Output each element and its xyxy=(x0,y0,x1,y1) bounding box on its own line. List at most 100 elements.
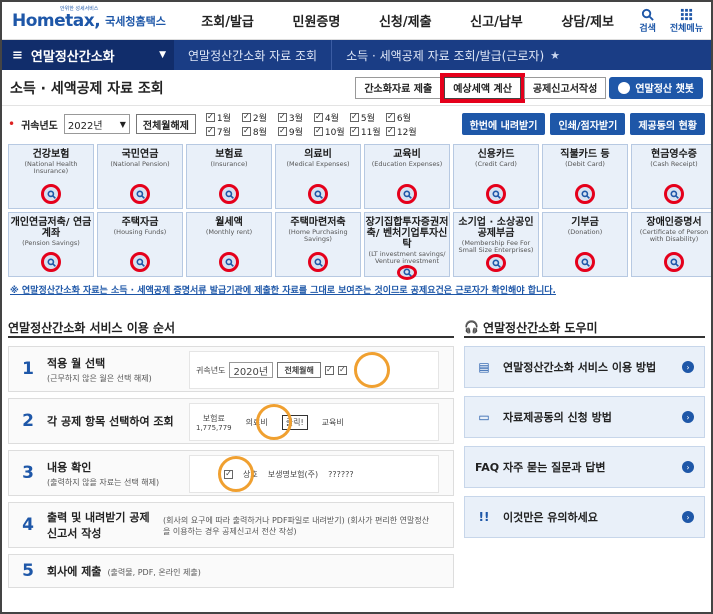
toggle-all-months-button[interactable]: 전체월해제 xyxy=(135,114,196,134)
star-icon[interactable]: ★ xyxy=(550,49,560,62)
deduction-card[interactable]: 신용카드 (Credit Card) xyxy=(453,144,539,209)
deduction-card[interactable]: 국민연금 (National Pension) xyxy=(97,144,183,209)
card-search-button[interactable] xyxy=(486,254,506,272)
deduction-card[interactable]: 보험료 (Insurance) xyxy=(186,144,272,209)
checkbox-checked-icon: ✓ xyxy=(313,112,323,122)
deduction-card[interactable]: 직불카드 등 (Debit Card) xyxy=(542,144,628,209)
deduction-card[interactable]: 주택자금 (Housing Funds) xyxy=(97,212,183,277)
highlight-ring xyxy=(218,456,254,492)
month-label: 10월 xyxy=(324,127,345,138)
month-checkbox[interactable]: ✓ 10월 xyxy=(313,125,350,138)
deduction-card[interactable]: 월세액 (Monthly rent) xyxy=(186,212,272,277)
card-search-button[interactable] xyxy=(308,184,328,204)
step-number: 2 xyxy=(22,411,34,431)
help-consent-button[interactable]: ▭ 자료제공동의 신청 방법 › xyxy=(464,396,705,438)
search-icon xyxy=(224,189,234,199)
deduction-card[interactable]: 장기집합투자증권저축/ 벤처기업투자신탁 (LT investment savin… xyxy=(364,212,450,281)
card-search-button[interactable] xyxy=(397,184,417,204)
card-title: 신용카드 xyxy=(477,149,515,160)
search-icon xyxy=(669,257,679,267)
chatbot-button[interactable]: 연말정산 챗봇 xyxy=(609,76,703,99)
guide-step-1: 1 적용 월 선택 (근무하지 않은 월은 선택 해제) 귀속년도 2020년 전… xyxy=(8,346,454,392)
year-select[interactable]: 2022년 ▼ xyxy=(63,114,130,134)
card-search-button[interactable] xyxy=(219,252,239,272)
guide-step-2: 2 각 공제 항목 선택하여 조회 보험료 1,775,779 의료비 클릭! 교… xyxy=(8,398,454,444)
nav-item[interactable]: 조회/발급 xyxy=(201,11,254,30)
month-checkbox[interactable]: ✓ 5월 xyxy=(349,111,386,124)
consent-status-button[interactable]: 제공동의 현황 xyxy=(630,113,705,135)
deduction-card[interactable]: 주택마련저축 (Home Purchasing Savings) xyxy=(275,212,361,277)
card-search-button[interactable] xyxy=(664,184,684,204)
sub-nav-menu[interactable]: ≡ 연말정산간소화 ▼ xyxy=(2,40,174,70)
estimate-tax-button[interactable]: 예상세액 계산 xyxy=(440,72,525,103)
deduction-card[interactable]: 개인연금저축/ 연금계좌 (Pension Savings) xyxy=(8,212,94,277)
breadcrumb-level1[interactable]: 연말정산간소화 자료 조회 xyxy=(174,40,333,70)
preview-card-label: 보험료 xyxy=(202,413,225,423)
breadcrumb-level2[interactable]: 소득 · 세액공제 자료 조회/발급(근로자) ★ xyxy=(332,40,574,70)
deduction-card[interactable]: 소기업 · 소상공인 공제부금 (Membership Fee For Small… xyxy=(453,212,539,277)
card-search-button[interactable] xyxy=(575,184,595,204)
nav-item[interactable]: 신고/납부 xyxy=(470,11,523,30)
help-faq-button[interactable]: FAQ 자주 묻는 질문과 답변 › xyxy=(464,446,705,488)
step-preview: 보험료 1,775,779 의료비 클릭! 교육비 xyxy=(189,403,439,441)
all-menu-button[interactable]: 전체메뉴 xyxy=(670,8,703,34)
card-search-button[interactable] xyxy=(130,252,150,272)
logo[interactable]: 안위한 성세서비스 Hometax, 국세청홈택스 xyxy=(2,6,182,31)
download-all-button[interactable]: 한번에 내려받기 xyxy=(461,113,546,135)
print-braille-button[interactable]: 인쇄/점자받기 xyxy=(550,113,626,135)
card-search-button[interactable] xyxy=(41,184,61,204)
deduction-card[interactable]: 기부금 (Donation) xyxy=(542,212,628,277)
preview-cell: ?????? xyxy=(328,469,354,479)
year-label: 귀속년도 xyxy=(21,120,58,132)
card-subtitle: (Medical Expenses) xyxy=(286,160,350,168)
search-icon xyxy=(491,259,501,268)
card-search-button[interactable] xyxy=(575,252,595,272)
month-checkbox[interactable]: ✓ 6월 xyxy=(385,111,422,124)
logo-text: Hometax, xyxy=(12,10,101,31)
deduction-card[interactable]: 의료비 (Medical Expenses) xyxy=(275,144,361,209)
month-checkbox[interactable]: ✓ 7월 xyxy=(205,125,242,138)
simple-data-submit-button[interactable]: 간소화자료 제출 xyxy=(355,76,442,99)
search-icon xyxy=(46,189,56,199)
search-icon xyxy=(135,257,145,267)
card-search-button[interactable] xyxy=(219,184,239,204)
month-checkbox[interactable]: ✓ 9월 xyxy=(277,125,314,138)
help-caution-button[interactable]: !! 이것만은 유의하세요 › xyxy=(464,496,705,538)
declaration-write-button[interactable]: 공제신고서작성 xyxy=(523,76,607,99)
deduction-card[interactable]: 교육비 (Education Expenses) xyxy=(364,144,450,209)
month-label: 1월 xyxy=(216,113,231,124)
card-search-button[interactable] xyxy=(308,252,328,272)
card-search-button[interactable] xyxy=(664,252,684,272)
card-search-button[interactable] xyxy=(130,184,150,204)
card-search-button[interactable] xyxy=(41,252,61,272)
month-checkbox[interactable]: ✓ 4월 xyxy=(313,111,350,124)
page-frame: 안위한 성세서비스 Hometax, 국세청홈택스 조회/발급 민원증명 신청/… xyxy=(0,0,713,614)
card-title: 월세액 xyxy=(215,217,243,228)
nav-item[interactable]: 상담/제보 xyxy=(561,11,614,30)
month-checkbox[interactable]: ✓ 3월 xyxy=(277,111,314,124)
month-checkbox[interactable]: ✓ 2월 xyxy=(241,111,278,124)
deduction-card[interactable]: 현금영수증 (Cash Receipt) xyxy=(631,144,711,209)
nav-item[interactable]: 민원증명 xyxy=(293,11,341,30)
month-checkbox[interactable]: ✓ 12월 xyxy=(385,125,422,138)
step-desc: (회사의 요구에 따라 출력하거나 PDF파일로 내려받기) (회사가 편리한 … xyxy=(163,516,430,536)
month-checkbox[interactable]: ✓ 11월 xyxy=(349,125,386,138)
card-search-button[interactable] xyxy=(486,184,506,204)
deduction-card[interactable]: 장애인증명서 (Certificate of Person with Disabi… xyxy=(631,212,711,277)
doc-icon: ▤ xyxy=(478,360,490,374)
guide-step-5: 5 회사에 제출 (출력물, PDF, 온라인 제출) xyxy=(8,554,454,588)
search-button[interactable]: 검색 xyxy=(639,8,656,34)
month-checkbox[interactable]: ✓ 1월 xyxy=(205,111,242,124)
month-label: 4월 xyxy=(324,113,339,124)
card-title: 직불카드 등 xyxy=(560,149,610,160)
deduction-card[interactable]: 건강보험 (National Health Insurance) xyxy=(8,144,94,209)
checkbox-checked-icon: ✓ xyxy=(385,112,395,122)
nav-item[interactable]: 신청/제출 xyxy=(379,11,432,30)
search-icon xyxy=(402,268,412,278)
hamburger-icon: ≡ xyxy=(12,47,23,63)
month-checkbox[interactable]: ✓ 8월 xyxy=(241,125,278,138)
help-usage-button[interactable]: ▤ 연말정산간소화 서비스 이용 방법 › xyxy=(464,346,705,388)
month-label: 7월 xyxy=(216,127,231,138)
help-title: 🎧 연말정산간소화 도우미 xyxy=(464,318,705,338)
help-label: 연말정산간소화 서비스 이용 방법 xyxy=(503,361,657,374)
